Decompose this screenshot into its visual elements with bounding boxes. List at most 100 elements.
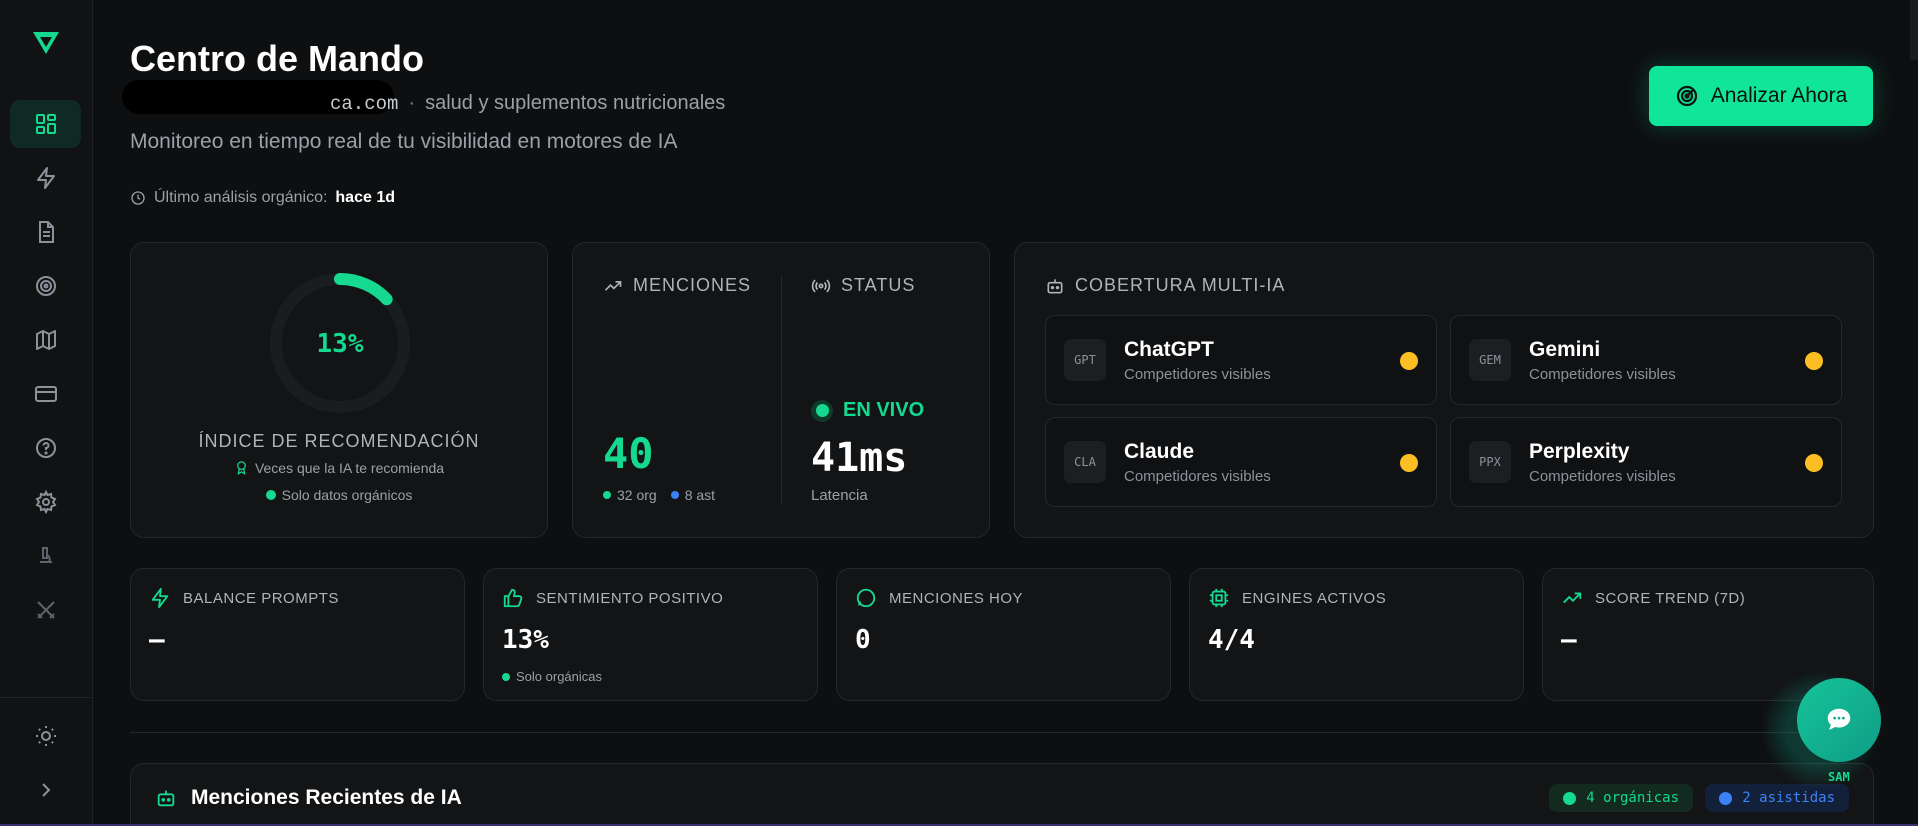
- thumbs-up-icon: [503, 588, 523, 608]
- sidebar-item-prompts[interactable]: [10, 154, 81, 202]
- status-dot-icon: [1400, 454, 1418, 472]
- stat-sub-text: Solo orgánicas: [516, 669, 602, 684]
- latency-value: 41ms: [811, 435, 908, 481]
- sidebar-item-settings[interactable]: [10, 478, 81, 526]
- stat-label: MENCIONES HOY: [889, 589, 1024, 607]
- engine-name: Claude: [1124, 440, 1195, 463]
- stat-engines-active: ENGINES ACTIVOS 4/4: [1189, 568, 1524, 701]
- status-label: STATUS: [841, 275, 916, 295]
- broadcast-icon: [811, 278, 831, 293]
- chat-bubble-icon: [856, 588, 876, 608]
- mentions-value: 40: [603, 429, 654, 478]
- document-icon: [38, 221, 54, 243]
- recent-mentions-card: Menciones Recientes de IA 4 orgánicas 2 …: [130, 763, 1874, 826]
- trend-up-icon: [604, 280, 622, 291]
- sidebar-item-lab[interactable]: [10, 532, 81, 580]
- radar-icon: [1676, 85, 1697, 107]
- engine-name: Gemini: [1529, 338, 1601, 361]
- engine-status: Competidores visibles: [1124, 366, 1271, 383]
- sidebar-item-competitors[interactable]: [10, 586, 81, 634]
- logo-icon[interactable]: [30, 26, 62, 58]
- coverage-header: COBERTURA MULTI-IA: [1045, 275, 1285, 296]
- stat-value: 4/4: [1208, 625, 1255, 655]
- stat-header: ENGINES ACTIVOS: [1208, 587, 1386, 609]
- engine-badge: GEM: [1469, 339, 1511, 381]
- scrollbar[interactable]: [1910, 0, 1918, 60]
- engine-name: ChatGPT: [1124, 338, 1214, 361]
- organic-dot-icon: [502, 672, 510, 681]
- engine-card-gemini[interactable]: GEM Gemini Competidores visibles: [1450, 315, 1842, 405]
- help-icon: [35, 438, 56, 458]
- page-subtitle: Monitoreo en tiempo real de tu visibilid…: [130, 130, 678, 153]
- stat-label: SCORE TREND (7D): [1595, 589, 1746, 607]
- main-content: Centro de Mando ca.com · salud y supleme…: [93, 0, 1918, 826]
- latency-label: Latencia: [811, 487, 868, 504]
- live-text: EN VIVO: [843, 399, 925, 421]
- clock-icon: [131, 191, 145, 205]
- lightning-icon: [36, 167, 55, 189]
- analyze-now-button[interactable]: Analizar Ahora: [1649, 66, 1873, 126]
- recommendation-value: 13%: [316, 329, 364, 359]
- status-dot-icon: [1805, 454, 1823, 472]
- live-dot-icon: [811, 399, 833, 422]
- divider: [781, 275, 782, 505]
- target-icon: [35, 276, 56, 296]
- domain-text: ca.com: [330, 92, 399, 115]
- organic-dot-icon: [1563, 791, 1577, 805]
- theme-toggle-button[interactable]: [10, 712, 81, 760]
- sidebar-item-map[interactable]: [10, 316, 81, 364]
- engine-card-chatgpt[interactable]: GPT ChatGPT Competidores visibles: [1045, 315, 1437, 405]
- sidebar-item-targets[interactable]: [10, 262, 81, 310]
- stat-header: BALANCE PROMPTS: [149, 587, 339, 609]
- award-icon: [237, 461, 246, 476]
- dashboard-icon: [35, 114, 56, 134]
- mentions-header: MENCIONES: [603, 275, 751, 296]
- mentions-assisted: 8 ast: [684, 487, 716, 503]
- recommendation-sub-text: Veces que la IA te recomienda: [254, 459, 445, 476]
- recent-mentions-title: Menciones Recientes de IA: [191, 786, 462, 809]
- status-dot-icon: [1805, 352, 1823, 370]
- expand-sidebar-button[interactable]: [10, 766, 81, 814]
- engine-badge: PPX: [1469, 441, 1511, 483]
- engine-name: Perplexity: [1529, 440, 1630, 463]
- page-title: Centro de Mando: [130, 38, 424, 79]
- analyze-now-label: Analizar Ahora: [1710, 84, 1848, 107]
- chat-assistant-button[interactable]: [1797, 678, 1881, 762]
- assisted-dot-icon: [1719, 791, 1733, 805]
- sidebar-item-dashboard[interactable]: [10, 100, 81, 148]
- trend-up-icon: [1563, 592, 1582, 604]
- crossed-swords-icon: [36, 601, 55, 619]
- status-header: STATUS: [811, 275, 915, 296]
- stat-label: SENTIMIENTO POSITIVO: [536, 589, 724, 607]
- sidebar-item-reports[interactable]: [10, 208, 81, 256]
- engine-card-claude[interactable]: CLA Claude Competidores visibles: [1045, 417, 1437, 507]
- stat-balance-prompts: BALANCE PROMPTS —: [130, 568, 465, 701]
- engine-badge: GPT: [1064, 339, 1106, 381]
- last-analysis: Último análisis orgánico: hace 1d: [130, 189, 395, 207]
- robot-icon: [157, 790, 175, 807]
- stat-header: SCORE TREND (7D): [1561, 587, 1745, 609]
- last-analysis-value: hace 1d: [335, 189, 395, 206]
- chat-assistant-label: SAM: [1828, 770, 1850, 784]
- chevron-right-icon: [41, 783, 50, 797]
- mentions-breakdown: 32 org 8 ast: [603, 487, 715, 503]
- industry-text: salud y suplementos nutricionales: [425, 92, 726, 114]
- sun-icon: [35, 726, 56, 746]
- stat-value: 13%: [502, 625, 549, 655]
- stat-value: —: [1561, 625, 1577, 655]
- separator: ·: [408, 92, 416, 114]
- credit-card-icon: [34, 386, 57, 402]
- engine-status: Competidores visibles: [1124, 468, 1271, 485]
- sidebar-item-help[interactable]: [10, 424, 81, 472]
- status-dot-icon: [1400, 352, 1418, 370]
- recommendation-note: Solo datos orgánicos: [131, 487, 547, 503]
- chat-bubble-icon: [1827, 708, 1851, 730]
- sidebar-item-billing[interactable]: [10, 370, 81, 418]
- recommendation-note-text: Solo datos orgánicos: [281, 487, 413, 503]
- stat-header: MENCIONES HOY: [855, 587, 1023, 609]
- mentions-label: MENCIONES: [633, 275, 752, 295]
- stat-label: BALANCE PROMPTS: [183, 589, 339, 607]
- last-analysis-label: Último análisis orgánico:: [154, 189, 328, 206]
- organic-count-text: 4 orgánicas: [1586, 790, 1679, 806]
- engine-card-perplexity[interactable]: PPX Perplexity Competidores visibles: [1450, 417, 1842, 507]
